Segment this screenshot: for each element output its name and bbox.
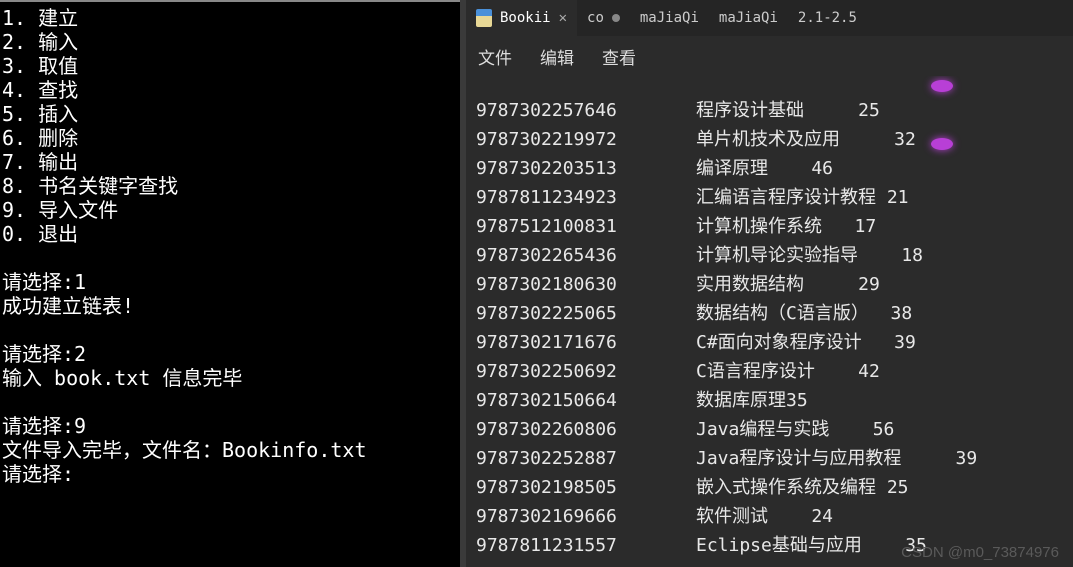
- book-row: 9787302265436计算机导论实验指导 18: [476, 241, 1063, 270]
- book-isbn: 9787512100831: [476, 212, 696, 241]
- menu-item-2[interactable]: 查看: [602, 44, 636, 69]
- book-details: 计算机操作系统 17: [696, 212, 1063, 241]
- book-row: 9787302252887Java程序设计与应用教程 39: [476, 444, 1063, 473]
- tab-4[interactable]: 2.1-2.5: [788, 0, 867, 36]
- tab-label: Bookii: [500, 10, 551, 26]
- book-details: 编译原理 46: [696, 154, 1063, 183]
- tab-3[interactable]: maJiaQi: [709, 0, 788, 36]
- tab-label: maJiaQi: [640, 10, 699, 26]
- book-isbn: 9787302171676: [476, 328, 696, 357]
- book-details: 数据结构（C语言版） 38: [696, 299, 1063, 328]
- book-isbn: 9787302198505: [476, 473, 696, 502]
- watermark-text: CSDN @m0_73874976: [901, 544, 1059, 561]
- book-isbn: 9787811234923: [476, 183, 696, 212]
- book-row: 9787512100831计算机操作系统 17: [476, 212, 1063, 241]
- book-row: 9787302180630实用数据结构 29: [476, 270, 1063, 299]
- modified-dot-icon: [612, 14, 620, 22]
- book-details: 计算机导论实验指导 18: [696, 241, 1063, 270]
- editor-panel: Bookii ✕ co maJiaQi maJiaQi 2.1-2.5 文件 编辑 查看 97…: [460, 0, 1073, 567]
- book-row: 9787302203513编译原理 46: [476, 154, 1063, 183]
- menu-item-0[interactable]: 文件: [478, 44, 512, 69]
- file-icon: [476, 9, 492, 27]
- book-isbn: 9787302265436: [476, 241, 696, 270]
- book-row: 9787302198505嵌入式操作系统及编程 25: [476, 473, 1063, 502]
- terminal-panel[interactable]: 1. 建立 2. 输入 3. 取值 4. 查找 5. 插入 6. 删除 7. 输…: [0, 0, 460, 567]
- book-details: 程序设计基础 25: [696, 96, 1063, 125]
- book-isbn: 9787302257646: [476, 96, 696, 125]
- book-row: 9787302171676C#面向对象程序设计 39: [476, 328, 1063, 357]
- book-details: C#面向对象程序设计 39: [696, 328, 1063, 357]
- book-row: 9787302219972单片机技术及应用 32: [476, 125, 1063, 154]
- menu-item-1[interactable]: 编辑: [540, 44, 574, 69]
- book-isbn: 9787811231557: [476, 531, 696, 560]
- tab-0[interactable]: Bookii ✕: [466, 0, 577, 36]
- book-row: 9787302260806Java编程与实践 56: [476, 415, 1063, 444]
- book-row: 9787302257646程序设计基础 25: [476, 96, 1063, 125]
- book-isbn: 9787302150664: [476, 386, 696, 415]
- book-isbn: 9787302169666: [476, 502, 696, 531]
- book-details: 汇编语言程序设计教程 21: [696, 183, 1063, 212]
- book-details: 实用数据结构 29: [696, 270, 1063, 299]
- highlight-marker-icon: [931, 80, 953, 92]
- book-details: 嵌入式操作系统及编程 25: [696, 473, 1063, 502]
- tab-bar: Bookii ✕ co maJiaQi maJiaQi 2.1-2.5: [466, 0, 1073, 36]
- book-details: 单片机技术及应用 32: [696, 125, 1063, 154]
- book-details: C语言程序设计 42: [696, 357, 1063, 386]
- close-icon[interactable]: ✕: [559, 10, 567, 26]
- tab-label: co: [587, 10, 604, 26]
- book-row: 9787302225065数据结构（C语言版） 38: [476, 299, 1063, 328]
- book-row: 9787302150664数据库原理35: [476, 386, 1063, 415]
- book-isbn: 9787302252887: [476, 444, 696, 473]
- book-details: Java程序设计与应用教程 39: [696, 444, 1063, 473]
- book-details: Java编程与实践 56: [696, 415, 1063, 444]
- book-isbn: 9787302225065: [476, 299, 696, 328]
- book-isbn: 9787302203513: [476, 154, 696, 183]
- tab-label: 2.1-2.5: [798, 10, 857, 26]
- book-isbn: 9787302260806: [476, 415, 696, 444]
- book-isbn: 9787302250692: [476, 357, 696, 386]
- tab-1[interactable]: co: [577, 0, 630, 36]
- book-row: 9787302250692C语言程序设计 42: [476, 357, 1063, 386]
- highlight-marker-icon: [931, 138, 953, 150]
- editor-content: 9787302257646程序设计基础 259787302219972单片机技术…: [466, 76, 1073, 567]
- book-row: 9787811234923汇编语言程序设计教程 21: [476, 183, 1063, 212]
- tab-2[interactable]: maJiaQi: [630, 0, 709, 36]
- menu-bar: 文件 编辑 查看: [466, 36, 1073, 76]
- book-isbn: 9787302219972: [476, 125, 696, 154]
- book-isbn: 9787302180630: [476, 270, 696, 299]
- book-details: 软件测试 24: [696, 502, 1063, 531]
- book-details: 数据库原理35: [696, 386, 1063, 415]
- tab-label: maJiaQi: [719, 10, 778, 26]
- book-row: 9787302169666软件测试 24: [476, 502, 1063, 531]
